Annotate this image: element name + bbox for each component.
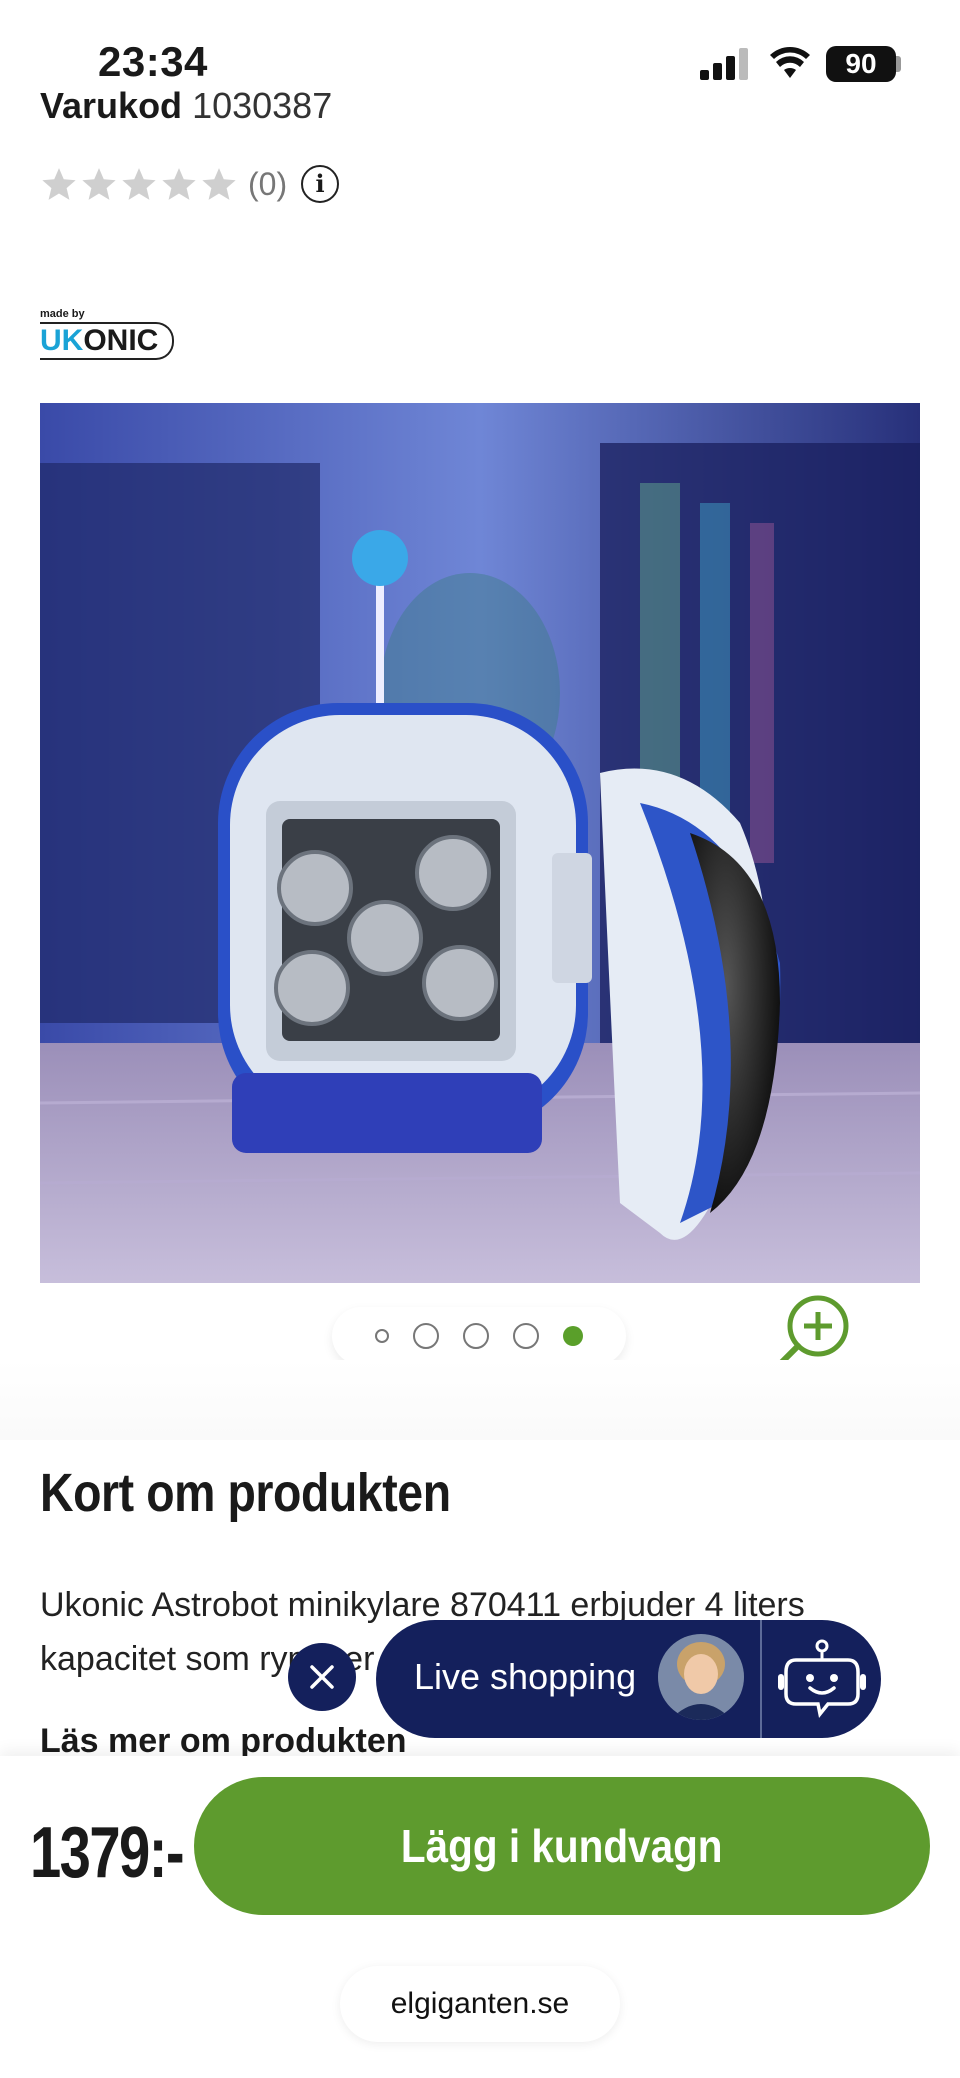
brand-wordmark: UKONIC: [40, 322, 174, 360]
carousel-indicators[interactable]: [332, 1307, 626, 1365]
section-divider: [0, 1360, 960, 1440]
battery-indicator: 90: [826, 46, 896, 82]
widget-divider: [760, 1620, 762, 1738]
live-shopping-label[interactable]: Live shopping: [414, 1656, 636, 1698]
star-icon: [202, 168, 236, 200]
product-image[interactable]: [40, 403, 920, 1283]
brand-madeby: made by: [40, 308, 85, 320]
sku-row: Varukod 1030387: [40, 76, 332, 126]
sku-value: 1030387: [192, 85, 333, 126]
add-to-cart-button[interactable]: Lägg i kundvagn: [194, 1777, 930, 1915]
info-icon[interactable]: i: [301, 165, 340, 203]
browser-url-bar[interactable]: elgiganten.se: [340, 1966, 620, 2042]
chatbot-icon[interactable]: [774, 1632, 870, 1728]
carousel-dot[interactable]: [375, 1329, 389, 1343]
battery-tip: [896, 56, 901, 72]
signal-icon: [700, 48, 748, 80]
brand-logo[interactable]: made by UKONIC: [40, 308, 176, 360]
star-icon: [122, 168, 156, 200]
carousel-dot[interactable]: [513, 1323, 539, 1349]
price: 1379:-: [30, 1813, 185, 1893]
star-icon: [82, 168, 116, 200]
section-title: Kort om produkten: [40, 1463, 451, 1523]
close-live-widget-button[interactable]: [288, 1643, 356, 1711]
product-photo: [40, 403, 920, 1283]
sku-label: Varukod: [40, 85, 183, 126]
carousel-dot-active[interactable]: [563, 1326, 583, 1346]
carousel-dot[interactable]: [413, 1323, 439, 1349]
close-icon: [310, 1665, 334, 1689]
wifi-icon: [770, 47, 810, 78]
carousel-dot[interactable]: [463, 1323, 489, 1349]
rating-count: (0): [248, 165, 288, 202]
rating[interactable]: (0) i: [40, 162, 340, 206]
avatar-image: [658, 1634, 744, 1720]
star-icon: [162, 168, 196, 200]
star-icon: [42, 168, 76, 200]
rating-stars: [40, 165, 238, 203]
host-avatar[interactable]: [658, 1634, 744, 1720]
add-to-cart-label: Lägg i kundvagn: [401, 1820, 723, 1872]
